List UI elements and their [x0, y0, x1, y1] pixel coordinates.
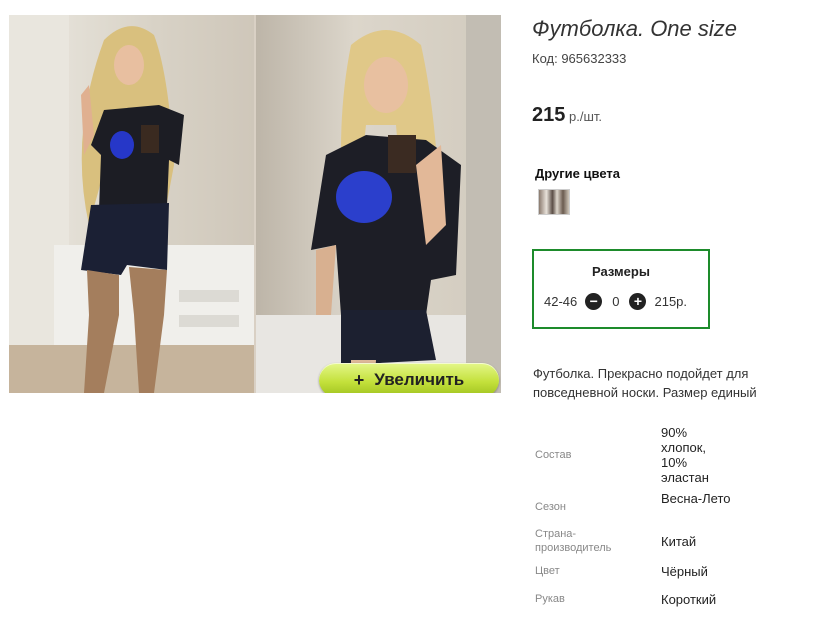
spec-value: Китай: [661, 534, 697, 549]
product-title: Футболка. One size: [532, 16, 738, 41]
price-unit: р./шт.: [569, 109, 603, 124]
product-photo[interactable]: + Увеличить: [9, 15, 501, 393]
spec-value: Весна-Лето: [661, 491, 731, 506]
spec-value: 90% хлопок, 10% эластан: [661, 425, 709, 485]
other-colors-label: Другие цвета: [535, 166, 620, 181]
size-name: 42-46: [544, 293, 578, 309]
spec-value: Короткий: [661, 592, 717, 607]
decrease-quantity-button[interactable]: −: [585, 292, 603, 310]
zoom-button-label: Увеличить: [374, 370, 465, 389]
spec-value: Чёрный: [661, 564, 708, 579]
product-code: Код: 965632333: [532, 51, 627, 66]
sizes-title: Размеры: [592, 264, 650, 279]
other-color-thumbnail[interactable]: [538, 189, 570, 215]
plus-icon: +: [353, 369, 365, 390]
product-price: 215 р./шт.: [532, 104, 602, 127]
product-photo-right: [256, 15, 501, 393]
product-photo-left: [9, 15, 254, 393]
spec-label: Страна-производитель: [535, 528, 612, 554]
plus-icon: +: [633, 293, 643, 309]
spec-label: Цвет: [535, 565, 560, 577]
product-description: Футболка. Прекрасно подойдет для повседн…: [533, 366, 757, 400]
increase-quantity-button[interactable]: +: [629, 292, 647, 310]
size-row: 42-46 − 0 + 215р.: [544, 292, 687, 310]
minus-icon: −: [589, 293, 598, 309]
spec-label: Рукав: [535, 593, 565, 605]
quantity-value: 0: [612, 293, 620, 309]
spec-label: Сезон: [535, 501, 566, 513]
price-amount: 215: [532, 104, 566, 126]
sizes-panel: Размеры 42-46 − 0 + 215р.: [532, 249, 710, 329]
size-price: 215р.: [654, 293, 688, 309]
spec-label: Состав: [535, 449, 572, 461]
zoom-button[interactable]: + Увеличить: [319, 363, 499, 393]
